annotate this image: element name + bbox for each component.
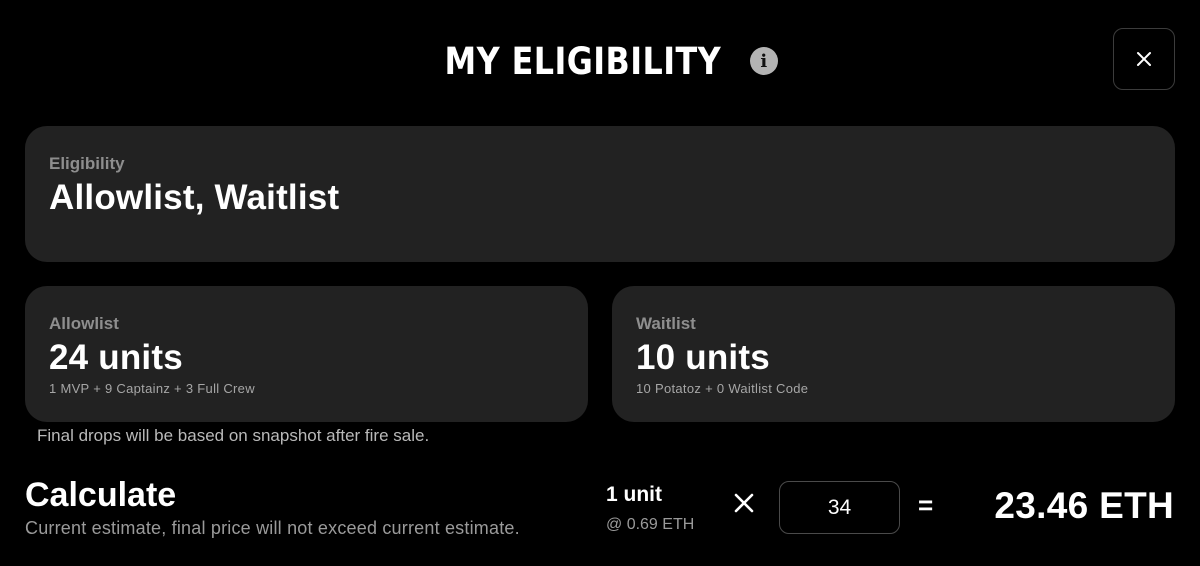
equals-sign: = bbox=[918, 490, 934, 520]
waitlist-units: 10 units bbox=[636, 338, 770, 377]
close-icon bbox=[1137, 52, 1151, 66]
quantity-input[interactable] bbox=[779, 481, 900, 534]
unit-label: 1 unit bbox=[606, 483, 662, 506]
calculate-title: Calculate bbox=[25, 476, 177, 514]
eligibility-value: Allowlist, Waitlist bbox=[49, 178, 340, 217]
allowlist-units: 24 units bbox=[49, 338, 183, 377]
close-button[interactable] bbox=[1113, 28, 1175, 90]
eligibility-card: Eligibility Allowlist, Waitlist bbox=[25, 126, 1175, 262]
unit-price: @ 0.69 ETH bbox=[606, 516, 695, 533]
allowlist-breakdown: 1 MVP + 9 Captainz + 3 Full Crew bbox=[49, 381, 255, 396]
info-icon[interactable]: i bbox=[749, 47, 778, 75]
modal-header: MY ELIGIBILITY i bbox=[0, 38, 1200, 84]
waitlist-card: Waitlist 10 units 10 Potatoz + 0 Waitlis… bbox=[612, 286, 1175, 422]
total-price: 23.46 ETH bbox=[994, 485, 1174, 526]
calculate-subtitle: Current estimate, final price will not e… bbox=[25, 518, 520, 538]
multiply-icon bbox=[734, 493, 754, 513]
allowlist-card: Allowlist 24 units 1 MVP + 9 Captainz + … bbox=[25, 286, 588, 422]
modal-title: MY ELIGIBILITY bbox=[444, 39, 722, 83]
snapshot-note: Final drops will be based on snapshot af… bbox=[37, 426, 430, 445]
allowlist-label: Allowlist bbox=[49, 314, 119, 333]
waitlist-breakdown: 10 Potatoz + 0 Waitlist Code bbox=[636, 381, 809, 396]
eligibility-label: Eligibility bbox=[49, 154, 125, 173]
waitlist-label: Waitlist bbox=[636, 314, 696, 333]
